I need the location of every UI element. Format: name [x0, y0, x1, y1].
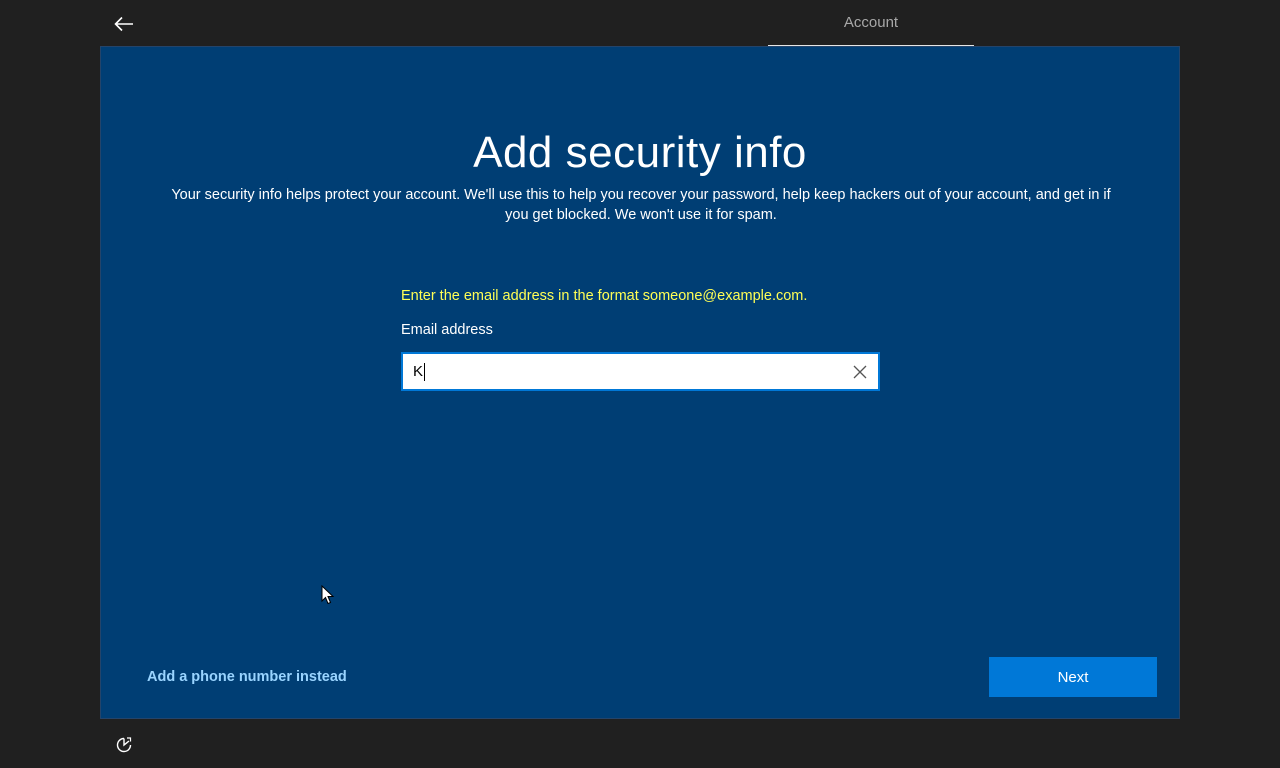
email-input[interactable]: K: [403, 362, 842, 382]
main-panel: Add security info Your security info hel…: [100, 46, 1180, 719]
text-caret: [424, 362, 426, 381]
email-field[interactable]: K: [401, 352, 880, 391]
ease-of-access-icon: [116, 737, 132, 753]
add-phone-link[interactable]: Add a phone number instead: [147, 667, 347, 687]
tab-account: Account: [768, 0, 974, 47]
oobe-screen: Account Add security info Your security …: [0, 0, 1280, 768]
page-title: Add security info: [473, 128, 807, 177]
arrow-left-icon: [114, 16, 133, 32]
validation-error: Enter the email address in the format so…: [401, 288, 808, 304]
email-input-value: K: [413, 362, 424, 380]
mouse-pointer-icon: [321, 585, 335, 605]
ease-of-access-button[interactable]: [112, 733, 136, 757]
back-button[interactable]: [108, 8, 140, 40]
clear-input-button[interactable]: [842, 354, 878, 389]
next-button[interactable]: Next: [989, 657, 1157, 697]
tab-account-label: Account: [843, 14, 899, 31]
page-description: Your security info helps protect your ac…: [171, 187, 1111, 223]
close-icon: [853, 365, 867, 378]
email-label: Email address: [401, 322, 493, 338]
